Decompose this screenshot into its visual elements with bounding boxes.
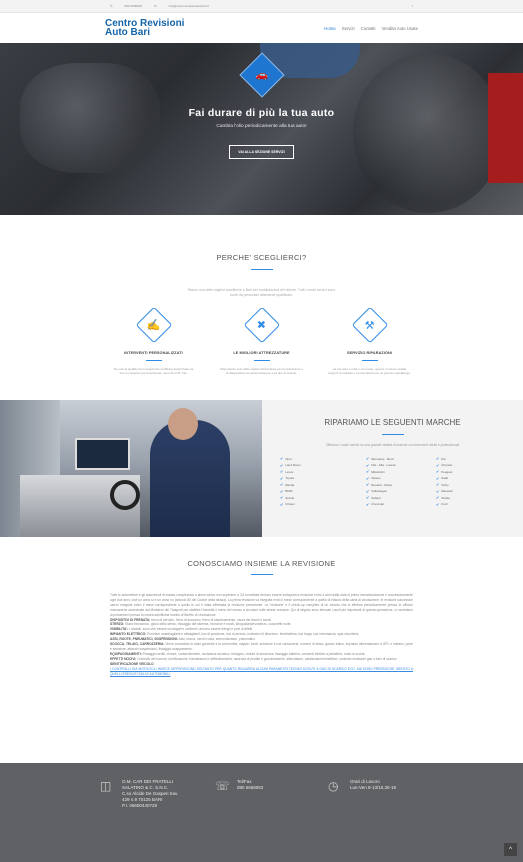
clock-icon: ◷: [328, 779, 339, 793]
brand-item: ✔ Lexus: [280, 469, 294, 475]
brand-item: ✔ Chevrolet: [366, 502, 385, 507]
brand-item: ✔ Saab: [436, 476, 449, 481]
check-icon: ✔: [280, 502, 284, 507]
brands-section: RIPARIAMO LE SEGUENTI MARCHE Offriamo i …: [0, 400, 523, 537]
check-icon: ✔: [366, 476, 370, 481]
brand-item: ✔ Opel: [280, 456, 292, 462]
brand-item: ✔ BMW: [280, 489, 293, 494]
why-title: PERCHE' SCEGLIERCI?: [216, 253, 307, 262]
revision-section: CONOSCIAMO INSIEME LA REVISIONE Tutte le…: [0, 537, 523, 757]
revision-note[interactable]: I CONTROLLI SUI MOTOCICLI INVECE DIFFERI…: [110, 667, 413, 677]
check-icon: ✔: [280, 457, 284, 461]
repair-car-icon: ⚒: [351, 306, 388, 344]
check-icon: ✔: [280, 470, 284, 474]
facebook-icon[interactable]: f: [412, 4, 413, 8]
revision-item: SCOCCA, TELAIO, CARROZZERIA: Viene contr…: [110, 642, 413, 651]
footer-phone[interactable]: 080 5668063: [237, 785, 263, 791]
nav-servizi[interactable]: Servizi: [342, 26, 355, 31]
address-line: P.I. 06600440728: [122, 803, 157, 808]
check-icon: ✔: [436, 457, 440, 461]
brand-item: ✔ Renault - Dacia: [366, 482, 392, 488]
mail-icon: ✉: [154, 4, 157, 8]
hero-subtitle: Cambia l'olio periodicamente alla tua au…: [216, 124, 307, 129]
revision-title: CONOSCIAMO INSIEME LA REVISIONE: [187, 559, 336, 568]
check-icon: ✔: [436, 463, 440, 468]
main-nav: Home Servizi Contatti Vendita Auto Usate: [324, 26, 418, 31]
top-email[interactable]: info@centrorevisioniautobari.it: [169, 4, 209, 8]
brands-title: RIPARIAMO LE SEGUENTI MARCHE: [324, 418, 461, 427]
brand-item: ✔ Volkswagen: [366, 489, 388, 494]
check-icon: ✔: [436, 476, 440, 481]
check-icon: ✔: [280, 496, 284, 500]
feature-tools: ✖ LE MIGLIORI ATTREZZATURE Disponiamo so…: [208, 306, 316, 375]
phone-icon: ☏: [215, 779, 231, 793]
revision-body: Tutte le autovetture e gli autoveicoli d…: [110, 593, 413, 677]
hero-banner: 🚗 Fai durare di più la tua auto Cambia l…: [0, 43, 523, 215]
footer-hours: Lun-Ven 8-13/15,30-19: [350, 785, 397, 790]
hero-title: Fai durare di più la tua auto: [188, 107, 335, 119]
brand-item: ✔ Toyota: [280, 476, 295, 481]
brand-item: ✔ Mazda: [280, 482, 295, 488]
brand-item: ✔ Maserati: [436, 489, 453, 494]
brands-lead: Offriamo i nostri servizi su una grande …: [325, 443, 460, 447]
brand-item: ✔ Volvo: [436, 482, 449, 488]
feature-repairs: ⚒ SERVIZIO RIPARAZIONI La tua auto è rot…: [316, 306, 424, 375]
nav-vendita-auto[interactable]: Vendita Auto Usate: [381, 26, 418, 31]
nav-contatti[interactable]: Contatti: [361, 26, 376, 31]
workshop-photo: [0, 400, 262, 537]
feature-personalized: ✍ INTERVENTI PERSONALIZZATI Ne vuoi la q…: [100, 306, 208, 375]
brand-item: ✔ Peugeot: [436, 469, 453, 475]
check-icon: ✔: [280, 489, 284, 494]
check-icon: ✔: [436, 496, 440, 500]
phone-icon: ✆: [110, 4, 113, 8]
brand-item: ✔ Ford: [436, 502, 448, 507]
brand-item: ✔ Kia: [436, 456, 446, 462]
check-icon: ✔: [436, 489, 440, 494]
brand-item: ✔ Subaru: [366, 495, 381, 501]
brand-item: ✔ Mitsubishi: [366, 469, 385, 475]
brand-item: ✔ Mercedes - Benz: [366, 456, 394, 462]
brand-list: ✔ Opel ✔ Mercedes - Benz ✔ Kia ✔ Land Rover ✔ Fia…: [262, 456, 523, 507]
site-header: Centro Revisioni Auto Bari Home Servizi …: [0, 13, 523, 43]
brand-item: ✔ Citroen: [280, 502, 295, 507]
why-lead: Siamo una delle migliori autofficine a B…: [187, 288, 336, 297]
revision-item: EFFETTI NOCIVI: Controllo del rumore, lu…: [110, 656, 398, 661]
top-bar: ✆ 080 5668063 ✉ info@centrorevisioniauto…: [0, 0, 523, 13]
services-button[interactable]: VAI ALLA SEZIONE SERVIZI: [229, 145, 294, 159]
footer-address: O.M. CAR DEI FRATELLI SALATINO & C. S.N.C…: [122, 779, 178, 809]
brand-item: ✔ Land Rover: [280, 463, 301, 468]
brand-item: ✔ Fiat - Alfa - Lancia: [366, 463, 396, 468]
nav-home[interactable]: Home: [324, 26, 335, 31]
check-icon: ✔: [436, 470, 440, 474]
check-icon: ✔: [280, 476, 284, 481]
check-icon: ✔: [366, 496, 370, 500]
brand-item: ✔ Chrysler: [436, 463, 453, 468]
car-icon: 🚗: [238, 52, 285, 98]
check-icon: ✔: [366, 489, 370, 494]
brand-item: ✔ Suzuki: [280, 495, 295, 501]
tools-icon: ✖: [243, 306, 280, 344]
check-icon: ✔: [280, 483, 284, 487]
check-icon: ✔: [366, 502, 370, 507]
check-icon: ✔: [280, 463, 284, 468]
brand-item: ✔ Nissan: [366, 476, 381, 481]
check-icon: ✔: [366, 470, 370, 474]
check-icon: ✔: [436, 502, 440, 507]
check-icon: ✔: [436, 483, 440, 487]
brand-item: ✔ Skoda: [436, 495, 450, 501]
map-icon: ◫: [100, 779, 112, 793]
site-footer: ◫ O.M. CAR DEI FRATELLI SALATINO & C. S.N…: [0, 763, 523, 862]
why-section: PERCHE' SCEGLIERCI? Siamo una delle migl…: [0, 215, 523, 400]
check-icon: ✔: [366, 483, 370, 487]
back-to-top-button[interactable]: ^: [504, 843, 517, 856]
check-icon: ✔: [366, 457, 370, 461]
site-logo[interactable]: Centro Revisioni Auto Bari: [105, 19, 184, 38]
top-phone: 080 5668063: [124, 4, 143, 8]
wrench-hand-icon: ✍: [135, 306, 172, 344]
check-icon: ✔: [366, 463, 370, 468]
